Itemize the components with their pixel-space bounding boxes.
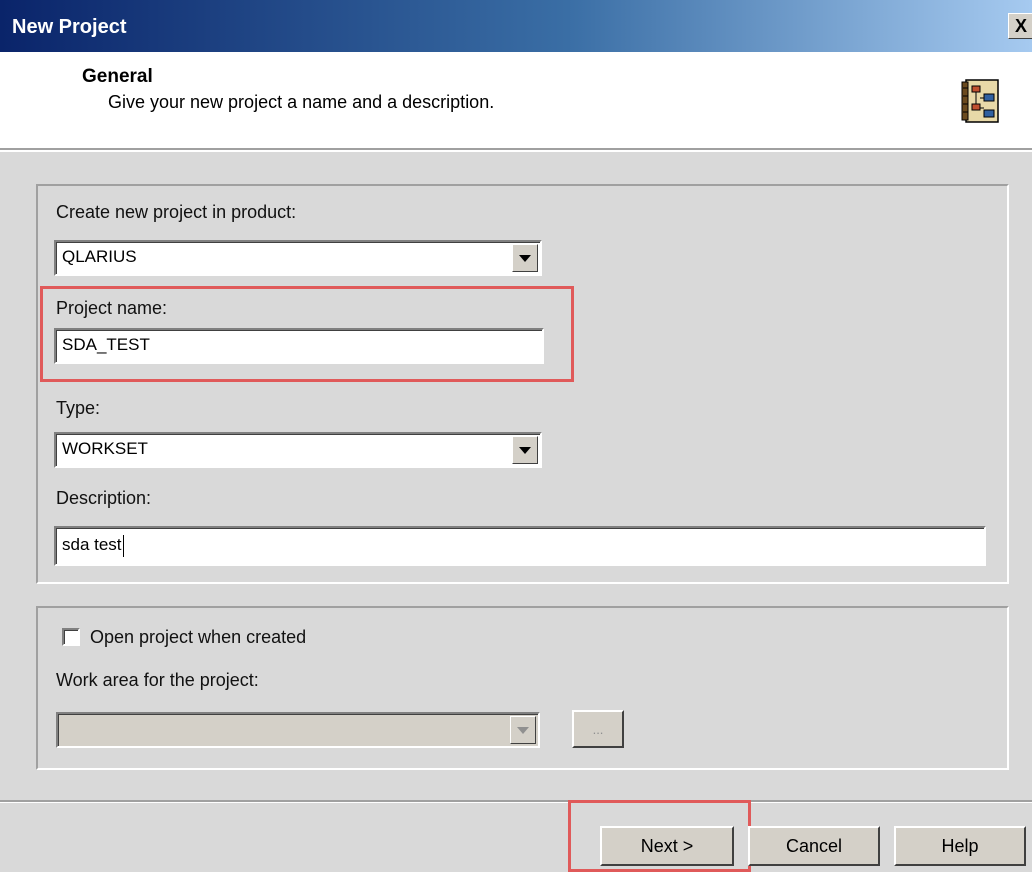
project-name-label: Project name: — [56, 298, 168, 318]
open-project-checkbox[interactable] — [62, 628, 80, 646]
project-name-value: SDA_TEST — [62, 335, 150, 354]
help-button[interactable]: Help — [894, 826, 1026, 866]
close-button[interactable]: X — [1008, 13, 1032, 39]
type-select[interactable]: WORKSET — [54, 432, 542, 468]
project-name-field[interactable]: SDA_TEST — [54, 328, 544, 364]
type-dropdown-button[interactable] — [512, 436, 538, 464]
work-area-dropdown-button[interactable] — [510, 716, 536, 744]
text-cursor — [122, 534, 124, 557]
type-label: Type: — [56, 398, 101, 418]
work-area-select[interactable] — [56, 712, 540, 748]
title-bar[interactable] — [0, 0, 1032, 52]
browse-button-label: ... — [592, 721, 604, 737]
product-dropdown-button[interactable] — [512, 244, 538, 272]
next-button[interactable]: Next > — [600, 826, 734, 866]
close-icon: X — [1014, 15, 1027, 36]
footer-separator — [0, 800, 1032, 803]
cancel-button-label: Cancel — [785, 835, 843, 856]
type-value: WORKSET — [62, 439, 148, 458]
help-button-label: Help — [941, 835, 979, 856]
work-area-label: Work area for the project: — [56, 670, 259, 690]
product-select[interactable]: QLARIUS — [54, 240, 542, 276]
description-value: sda test — [62, 535, 122, 554]
chevron-down-icon — [519, 254, 531, 262]
chevron-down-icon — [519, 446, 531, 454]
next-button-label: Next > — [640, 835, 694, 856]
page-title: General — [82, 66, 153, 87]
description-label: Description: — [56, 488, 152, 508]
page-subtitle: Give your new project a name and a descr… — [108, 92, 495, 112]
chevron-down-icon — [517, 726, 529, 734]
browse-button[interactable]: ... — [572, 710, 624, 748]
open-project-label[interactable]: Open project when created — [90, 627, 306, 648]
wizard-book-icon — [961, 79, 999, 123]
description-field[interactable]: sda test — [54, 526, 986, 566]
product-label: Create new project in product: — [56, 202, 297, 222]
cancel-button[interactable]: Cancel — [748, 826, 880, 866]
window-title: New Project — [12, 16, 127, 38]
product-value: QLARIUS — [62, 247, 137, 266]
